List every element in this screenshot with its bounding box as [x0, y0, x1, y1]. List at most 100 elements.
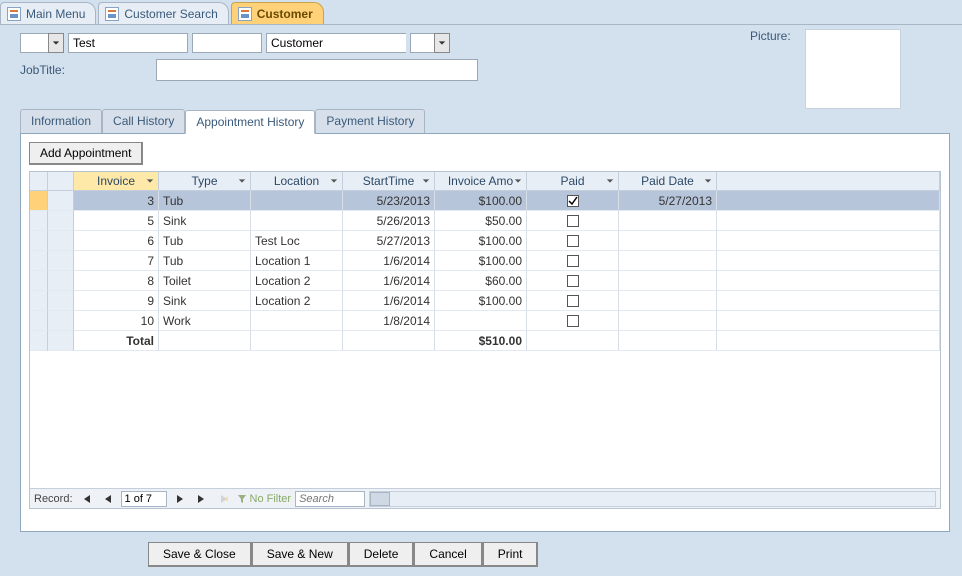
- chevron-down-icon[interactable]: [329, 176, 339, 186]
- cell-starttime[interactable]: 1/6/2014: [343, 291, 435, 311]
- cell-amount[interactable]: $60.00: [435, 271, 527, 291]
- cell-paid[interactable]: [527, 251, 619, 271]
- col-header-paid[interactable]: Paid: [527, 172, 619, 191]
- cell-invoice[interactable]: 3: [74, 191, 159, 211]
- table-row[interactable]: 5Sink5/26/2013$50.00: [30, 211, 940, 231]
- cell-amount[interactable]: $100.00: [435, 231, 527, 251]
- prefix-input[interactable]: [20, 33, 48, 53]
- last-name-combo[interactable]: [266, 33, 406, 53]
- cell-location[interactable]: Location 2: [251, 291, 343, 311]
- cancel-button[interactable]: Cancel: [414, 542, 482, 567]
- cell-location[interactable]: Location 2: [251, 271, 343, 291]
- cell-paid[interactable]: [527, 231, 619, 251]
- row-header[interactable]: [30, 291, 48, 311]
- cell-amount[interactable]: $100.00: [435, 191, 527, 211]
- tab-payment-history[interactable]: Payment History: [315, 109, 425, 133]
- cell-paid-date[interactable]: 5/27/2013: [619, 191, 717, 211]
- cell-paid-date[interactable]: [619, 211, 717, 231]
- save-close-button[interactable]: Save & Close: [148, 542, 252, 567]
- cell-location[interactable]: [251, 191, 343, 211]
- delete-button[interactable]: Delete: [349, 542, 415, 567]
- row-selector[interactable]: [48, 251, 74, 271]
- row-header[interactable]: [30, 251, 48, 271]
- doc-tab-customer-search[interactable]: Customer Search: [98, 2, 228, 24]
- row-header[interactable]: [30, 311, 48, 331]
- chevron-down-icon[interactable]: [421, 176, 431, 186]
- doc-tab-customer[interactable]: Customer: [231, 2, 324, 24]
- table-row[interactable]: 9SinkLocation 21/6/2014$100.00: [30, 291, 940, 311]
- cell-amount[interactable]: $100.00: [435, 251, 527, 271]
- add-appointment-button[interactable]: Add Appointment: [29, 142, 143, 165]
- chevron-down-icon[interactable]: [145, 176, 155, 186]
- save-new-button[interactable]: Save & New: [252, 542, 349, 567]
- cell-starttime[interactable]: 1/8/2014: [343, 311, 435, 331]
- picture-placeholder[interactable]: [805, 29, 901, 109]
- chevron-down-icon[interactable]: [237, 176, 247, 186]
- chevron-down-icon[interactable]: [703, 176, 713, 186]
- cell-starttime[interactable]: 5/23/2013: [343, 191, 435, 211]
- cell-type[interactable]: Toilet: [159, 271, 251, 291]
- middle-name-input[interactable]: [192, 33, 262, 53]
- row-selector[interactable]: [48, 231, 74, 251]
- col-header-paid-date[interactable]: Paid Date: [619, 172, 717, 191]
- table-row[interactable]: 7TubLocation 11/6/2014$100.00: [30, 251, 940, 271]
- table-row[interactable]: 8ToiletLocation 21/6/2014$60.00: [30, 271, 940, 291]
- cell-paid-date[interactable]: [619, 311, 717, 331]
- cell-paid[interactable]: [527, 291, 619, 311]
- row-header[interactable]: [30, 271, 48, 291]
- print-button[interactable]: Print: [483, 542, 539, 567]
- paid-checkbox[interactable]: [567, 215, 579, 227]
- nav-last-button[interactable]: [193, 491, 211, 507]
- cell-type[interactable]: Sink: [159, 291, 251, 311]
- col-header-type[interactable]: Type: [159, 172, 251, 191]
- horizontal-scrollbar[interactable]: [369, 491, 936, 507]
- cell-paid-date[interactable]: [619, 291, 717, 311]
- select-all-corner[interactable]: [30, 172, 48, 191]
- first-name-input[interactable]: [68, 33, 188, 53]
- cell-paid[interactable]: [527, 191, 619, 211]
- table-row[interactable]: 3Tub5/23/2013$100.005/27/2013: [30, 191, 940, 211]
- nav-first-button[interactable]: [77, 491, 95, 507]
- nav-new-button[interactable]: [215, 491, 233, 507]
- cell-invoice[interactable]: 6: [74, 231, 159, 251]
- cell-paid[interactable]: [527, 311, 619, 331]
- cell-invoice[interactable]: 8: [74, 271, 159, 291]
- cell-invoice[interactable]: 9: [74, 291, 159, 311]
- cell-paid[interactable]: [527, 211, 619, 231]
- cell-paid[interactable]: [527, 271, 619, 291]
- paid-checkbox[interactable]: [567, 315, 579, 327]
- cell-type[interactable]: Work: [159, 311, 251, 331]
- row-selector[interactable]: [48, 311, 74, 331]
- paid-checkbox[interactable]: [567, 235, 579, 247]
- chevron-down-icon[interactable]: [605, 176, 615, 186]
- search-input[interactable]: [295, 491, 365, 507]
- cell-location[interactable]: [251, 311, 343, 331]
- col-header-invoice-amount[interactable]: Invoice Amo: [435, 172, 527, 191]
- row-header[interactable]: [30, 211, 48, 231]
- nav-prev-button[interactable]: [99, 491, 117, 507]
- last-name-input[interactable]: [266, 33, 406, 53]
- prefix-combo[interactable]: [20, 33, 64, 53]
- cell-amount[interactable]: [435, 311, 527, 331]
- cell-location[interactable]: Test Loc: [251, 231, 343, 251]
- table-row[interactable]: 6TubTest Loc5/27/2013$100.00: [30, 231, 940, 251]
- row-header[interactable]: [30, 191, 48, 211]
- row-selector[interactable]: [48, 191, 74, 211]
- cell-type[interactable]: Tub: [159, 251, 251, 271]
- cell-type[interactable]: Tub: [159, 231, 251, 251]
- cell-invoice[interactable]: 10: [74, 311, 159, 331]
- suffix-combo[interactable]: [410, 33, 450, 53]
- cell-paid-date[interactable]: [619, 271, 717, 291]
- chevron-down-icon[interactable]: [513, 176, 523, 186]
- table-row[interactable]: 10Work 1/8/2014: [30, 311, 940, 331]
- tab-appointment-history[interactable]: Appointment History: [185, 110, 315, 134]
- col-header-starttime[interactable]: StartTime: [343, 172, 435, 191]
- paid-checkbox[interactable]: [567, 275, 579, 287]
- jobtitle-input[interactable]: [156, 59, 478, 81]
- row-header[interactable]: [30, 231, 48, 251]
- nav-next-button[interactable]: [171, 491, 189, 507]
- cell-starttime[interactable]: 1/6/2014: [343, 251, 435, 271]
- cell-invoice[interactable]: 5: [74, 211, 159, 231]
- paid-checkbox[interactable]: [567, 195, 579, 207]
- row-selector[interactable]: [48, 291, 74, 311]
